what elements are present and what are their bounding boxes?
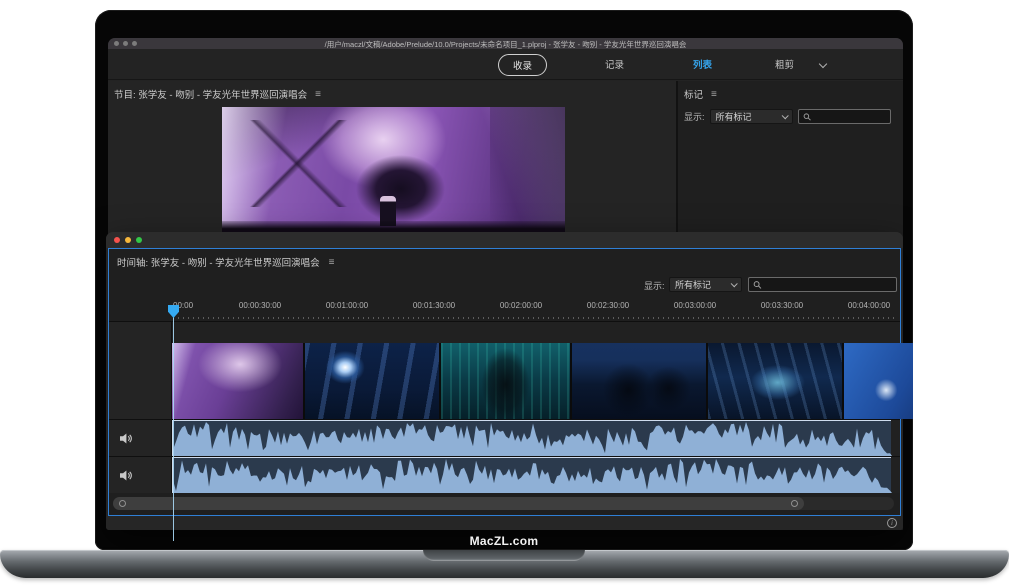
stage-shadow-graphic bbox=[490, 107, 565, 232]
stage-truss-graphic bbox=[249, 120, 352, 208]
marker-filter-dropdown[interactable]: 所有标记 bbox=[710, 109, 793, 124]
video-track-header[interactable] bbox=[109, 322, 172, 419]
tab-ingest[interactable]: 收录 bbox=[498, 54, 547, 76]
zoom-handle-right[interactable] bbox=[791, 500, 798, 507]
video-track bbox=[109, 321, 900, 419]
stage-front-graphic bbox=[222, 221, 565, 232]
audio-track-1-header[interactable] bbox=[109, 420, 172, 456]
close-button[interactable] bbox=[114, 237, 120, 243]
timeline-video-clip[interactable] bbox=[844, 343, 913, 419]
timeline-search-box[interactable] bbox=[748, 277, 897, 292]
program-panel-title: 节目: 张学友 - 吻别 - 学友光年世界巡回演唱会 bbox=[114, 87, 307, 101]
show-label: 显示: bbox=[684, 110, 705, 123]
marker-search-input[interactable] bbox=[815, 112, 886, 122]
timeline-video-clip[interactable] bbox=[708, 343, 844, 419]
timeline-panel: 时间轴: 张学友 - 吻别 - 学友光年世界巡回演唱会 ≡ 显示: 所有标记 bbox=[108, 248, 901, 516]
workspace-tab-bar: 收录 记录 列表 粗剪 bbox=[108, 49, 903, 80]
ruler-tick-label: 00:00:30:00 bbox=[239, 301, 281, 310]
zoom-scrollbar-thumb[interactable] bbox=[113, 497, 804, 510]
laptop-lid-notch bbox=[423, 550, 585, 561]
laptop-mockup: /用户/maczl/文稿/Adobe/Prelude/10.0/Projects… bbox=[0, 0, 1009, 586]
main-window-titlebar: /用户/maczl/文稿/Adobe/Prelude/10.0/Projects… bbox=[108, 38, 903, 49]
timeline-marker-filter-dropdown[interactable]: 所有标记 bbox=[669, 277, 742, 292]
timeline-panel-title: 时间轴: 张学友 - 吻别 - 学友光年世界巡回演唱会 bbox=[117, 255, 320, 269]
ruler-tick-label: 00:03:00:00 bbox=[674, 301, 716, 310]
search-icon bbox=[803, 112, 812, 122]
timeline-ruler[interactable]: 00:00 00:00:30:00 00:01:00:00 00:01:30:0… bbox=[109, 297, 900, 321]
ruler-tick-label: 00:02:30:00 bbox=[587, 301, 629, 310]
show-label: 显示: bbox=[644, 279, 665, 292]
timeline-video-clip[interactable] bbox=[305, 343, 441, 419]
ruler-tick-label: 00:03:30:00 bbox=[761, 301, 803, 310]
zoom-button[interactable] bbox=[136, 237, 142, 243]
panel-menu-icon[interactable]: ≡ bbox=[315, 89, 321, 100]
chevron-down-icon bbox=[781, 112, 788, 119]
audio-track-2-lane bbox=[172, 457, 900, 493]
playhead-line bbox=[173, 311, 174, 541]
tab-logging[interactable]: 记录 bbox=[605, 57, 624, 71]
ruler-tick-label: 00:02:00:00 bbox=[500, 301, 542, 310]
markers-panel-title: 标记 bbox=[684, 87, 703, 101]
audio-track-2-header[interactable] bbox=[109, 457, 172, 493]
speaker-icon[interactable] bbox=[120, 470, 134, 481]
zoom-handle-left[interactable] bbox=[119, 500, 126, 507]
brand-watermark: MacZL.com bbox=[95, 534, 913, 548]
timeline-video-clip[interactable] bbox=[572, 343, 708, 419]
laptop-screen: /用户/maczl/文稿/Adobe/Prelude/10.0/Projects… bbox=[95, 10, 913, 550]
ruler-tick-label: 00:01:30:00 bbox=[413, 301, 455, 310]
timeline-video-clip[interactable] bbox=[172, 343, 305, 419]
speaker-icon[interactable] bbox=[120, 433, 134, 444]
audio-track-1 bbox=[109, 419, 900, 456]
timeline-audio-clip[interactable] bbox=[172, 457, 891, 493]
ruler-tick-label: 00:01:00:00 bbox=[326, 301, 368, 310]
singer-on-screen-graphic bbox=[356, 155, 445, 224]
chevron-down-icon[interactable] bbox=[819, 60, 827, 68]
tab-rough-cut[interactable]: 粗剪 bbox=[775, 57, 794, 71]
video-track-lane bbox=[172, 322, 900, 419]
timeline-window-titlebar[interactable] bbox=[106, 232, 903, 248]
minimize-button[interactable] bbox=[125, 237, 131, 243]
marker-search-box[interactable] bbox=[798, 109, 891, 124]
timeline-audio-clip[interactable] bbox=[172, 420, 891, 456]
timeline-window: 时间轴: 张学友 - 吻别 - 学友光年世界巡回演唱会 ≡ 显示: 所有标记 bbox=[106, 232, 903, 530]
search-icon bbox=[753, 280, 762, 290]
ruler-tick-label: 00:04:00:00 bbox=[848, 301, 890, 310]
timeline-video-clip[interactable] bbox=[441, 343, 572, 419]
audio-track-2 bbox=[109, 456, 900, 493]
timeline-status-bar: i bbox=[106, 516, 903, 530]
audio-track-1-lane bbox=[172, 420, 900, 456]
ruler-tick-marks bbox=[173, 317, 896, 319]
panel-menu-icon[interactable]: ≡ bbox=[711, 89, 717, 100]
window-controls bbox=[114, 237, 142, 243]
panel-menu-icon[interactable]: ≡ bbox=[329, 257, 335, 268]
info-icon[interactable]: i bbox=[887, 518, 897, 528]
timeline-zoom-scrollbar[interactable] bbox=[113, 497, 894, 510]
chevron-down-icon bbox=[731, 280, 738, 287]
tab-list[interactable]: 列表 bbox=[693, 57, 712, 71]
timeline-body: 00:00 00:00:30:00 00:01:00:00 00:01:30:0… bbox=[109, 297, 900, 515]
timeline-navigator-row bbox=[109, 493, 900, 515]
program-preview-video[interactable] bbox=[222, 107, 565, 232]
timeline-search-input[interactable] bbox=[766, 280, 892, 290]
